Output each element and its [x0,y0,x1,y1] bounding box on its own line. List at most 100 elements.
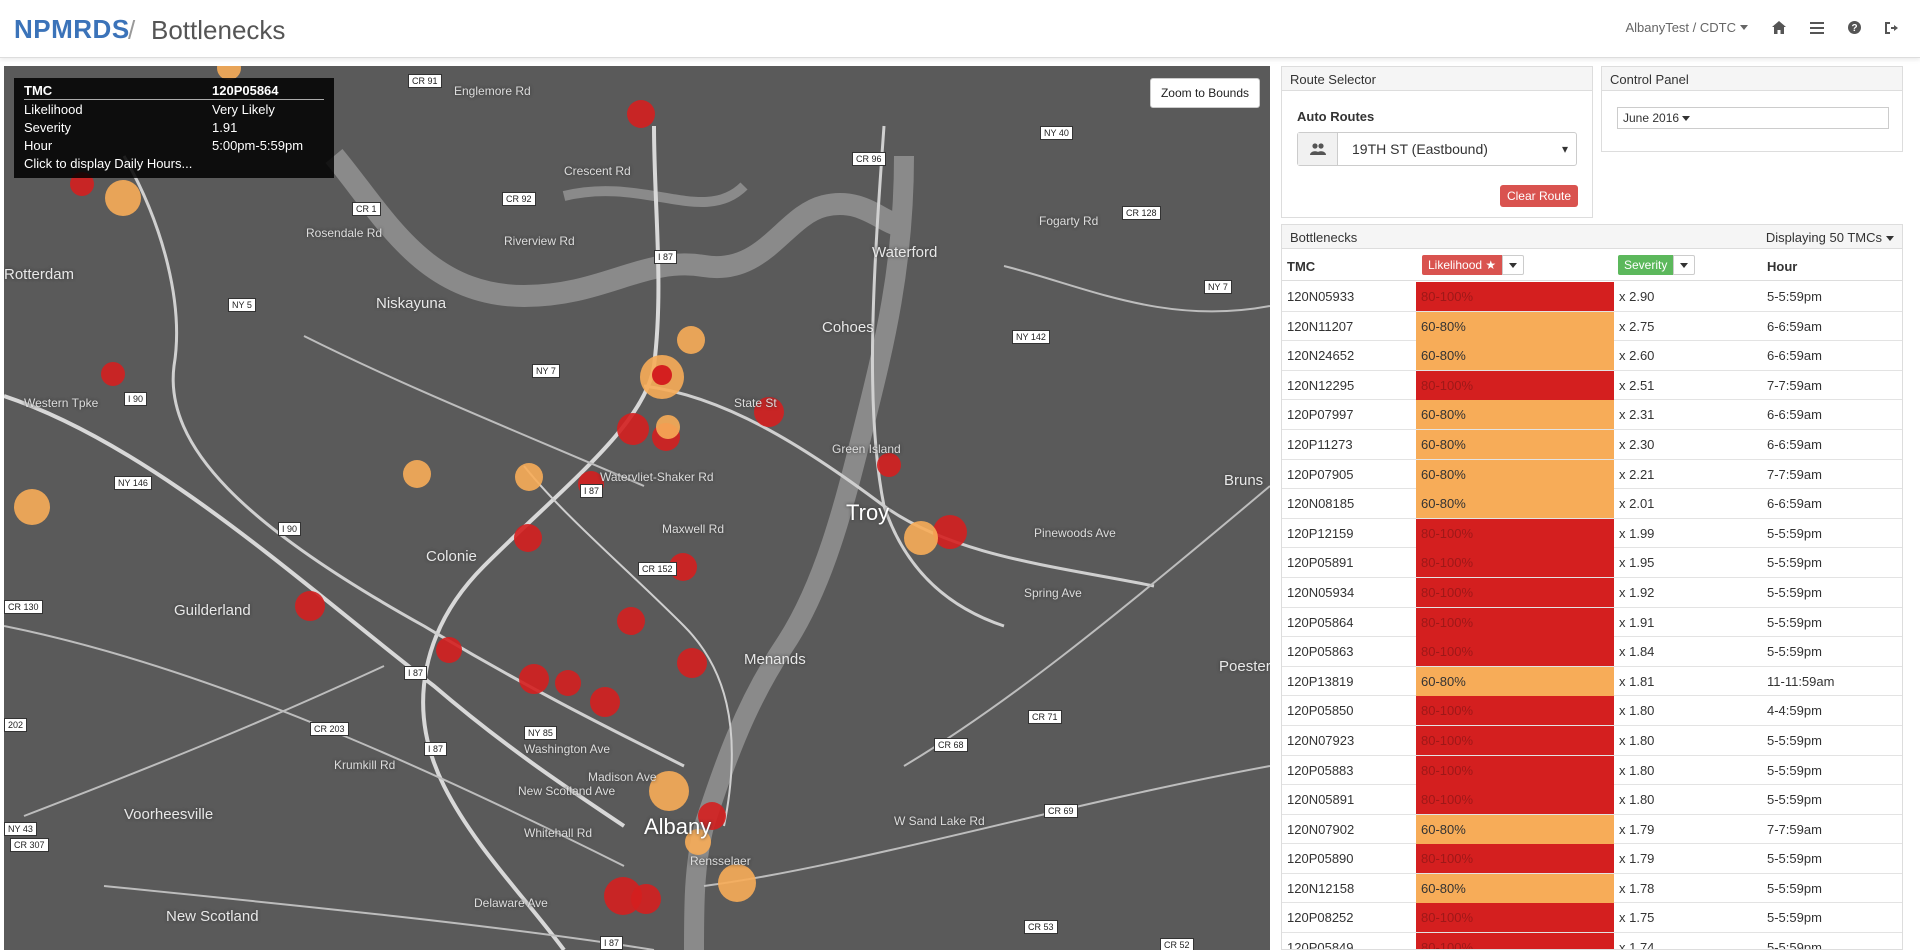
severity-dropdown-toggle[interactable] [1673,255,1696,275]
table-row[interactable]: 120N07923 80-100% x 1.80 5-5:59pm [1282,725,1902,756]
row-severity: x 2.90 [1619,289,1655,304]
row-tmc: 120N05933 [1287,289,1355,304]
street-label: Western Tpke [24,396,99,410]
road-shield: CR 307 [10,838,49,852]
row-severity: x 1.75 [1619,910,1655,926]
popup-hour-label: Hour [24,137,53,153]
table-row[interactable]: 120P05883 80-100% x 1.80 5-5:59pm [1282,755,1902,786]
likelihood-badge[interactable]: Likelihood ★ [1422,255,1503,275]
control-panel: Control Panel June 2016 [1601,66,1903,152]
table-row[interactable]: 120N05891 80-100% x 1.80 5-5:59pm [1282,785,1902,815]
table-row[interactable]: 120P13819 60-80% x 1.81 11-11:59am [1282,666,1902,697]
popup-daily-hours-link[interactable]: Click to display Daily Hours... [24,154,324,172]
road-shield: CR 68 [934,738,968,752]
road-shield: CR 91 [408,74,442,88]
table-row[interactable]: 120N07902 60-80% x 1.79 7-7:59am [1282,814,1902,845]
col-hour[interactable]: Hour [1767,259,1797,274]
menu-icon[interactable] [1798,21,1836,34]
place-label: Niskayuna [376,295,447,312]
table-row[interactable]: 120N12158 60-80% x 1.78 5-5:59pm [1282,873,1902,904]
severity-badge[interactable]: Severity [1618,255,1674,275]
road-shield: I 87 [654,250,678,264]
bottlenecks-header: Bottlenecks Displaying 50 TMCs [1282,225,1902,249]
road-shield: I 87 [404,666,428,680]
road-shield: NY 7 [532,364,560,378]
home-icon[interactable] [1760,21,1798,34]
road-shield: CR 1 [352,202,381,216]
row-hour: 7-7:59am [1767,466,1822,482]
road-shield: CR 71 [1028,710,1062,724]
table-row[interactable]: 120P05890 80-100% x 1.79 5-5:59pm [1282,844,1902,874]
help-icon[interactable]: ? [1836,21,1873,34]
user-menu-dropdown[interactable]: AlbanyTest / CDTC [1613,20,1760,35]
table-row[interactable]: 120P05891 80-100% x 1.95 5-5:59pm [1282,548,1902,578]
month-select[interactable]: June 2016 [1617,107,1889,129]
row-likelihood: 60-80% [1416,873,1614,903]
likelihood-dropdown-toggle[interactable] [1502,255,1525,275]
brand-link[interactable]: NPMRDS [14,14,130,45]
place-label: Menands [744,651,806,668]
row-severity: x 1.81 [1619,673,1655,689]
table-row[interactable]: 120N05933 80-100% x 2.90 5-5:59pm [1282,282,1902,312]
row-tmc: 120N08185 [1287,496,1355,512]
row-tmc: 120P05850 [1287,703,1354,719]
table-row[interactable]: 120P07905 60-80% x 2.21 7-7:59am [1282,459,1902,490]
row-tmc: 120N11207 [1287,318,1354,334]
street-label: Delaware Ave [474,896,548,910]
table-row[interactable]: 120P11273 60-80% x 2.30 6-6:59am [1282,429,1902,460]
row-likelihood: 80-100% [1416,755,1614,785]
col-tmc[interactable]: TMC [1287,259,1315,274]
table-row[interactable]: 120P05863 80-100% x 1.84 5-5:59pm [1282,637,1902,667]
place-label: Waterford [872,244,938,261]
display-count-dropdown[interactable]: Displaying 50 TMCs [1766,230,1894,245]
row-hour: 5-5:59pm [1767,555,1822,571]
table-row[interactable]: 120P12159 80-100% x 1.99 5-5:59pm [1282,518,1902,549]
row-hour: 5-5:59pm [1767,851,1822,867]
road-shield: CR 128 [1122,206,1161,220]
place-label: Bruns [1224,472,1264,489]
row-hour: 5-5:59pm [1767,525,1822,541]
table-row[interactable]: 120N12295 80-100% x 2.51 7-7:59am [1282,370,1902,401]
row-hour: 5-5:59pm [1767,940,1822,950]
row-likelihood: 80-100% [1416,785,1614,815]
road-shield: NY 5 [228,298,256,312]
row-tmc: 120P08252 [1287,910,1354,926]
control-panel-title: Control Panel [1602,67,1902,91]
table-row[interactable]: 120P05864 80-100% x 1.91 5-5:59pm [1282,607,1902,638]
bottlenecks-panel: Bottlenecks Displaying 50 TMCs TMC Likel… [1281,224,1903,950]
road-shield: CR 203 [310,722,349,736]
row-tmc: 120N12295 [1287,377,1355,393]
popup-hour-value: 5:00pm-5:59pm [212,137,304,153]
route-select[interactable]: 19TH ST (Eastbound) [1297,132,1577,166]
table-row[interactable]: 120N05934 80-100% x 1.92 5-5:59pm [1282,577,1902,608]
row-hour: 5-5:59pm [1767,762,1822,778]
table-row[interactable]: 120P05850 80-100% x 1.80 4-4:59pm [1282,696,1902,726]
clear-route-button[interactable]: Clear Route [1499,185,1578,207]
street-label: Watervliet-Shaker Rd [600,470,714,484]
bottleneck-map[interactable]: Rotterdam Niskayuna Colonie Guilderland … [4,66,1270,950]
table-row[interactable]: 120N08185 60-80% x 2.01 6-6:59am [1282,489,1902,519]
severity-sort[interactable]: Severity [1618,255,1696,275]
row-tmc: 120P05863 [1287,644,1354,660]
row-likelihood: 80-100% [1416,518,1614,548]
likelihood-sort[interactable]: Likelihood ★ [1422,255,1525,275]
place-label: Cohoes [822,319,874,336]
table-row[interactable]: 120N24652 60-80% x 2.60 6-6:59am [1282,341,1902,371]
bottleneck-markers[interactable] [14,66,967,915]
row-severity: x 1.80 [1619,762,1655,778]
row-tmc: 120P07905 [1287,466,1354,482]
svg-text:?: ? [1851,23,1857,34]
table-row[interactable]: 120P05849 80-100% x 1.74 5-5:59pm [1282,933,1902,950]
table-row[interactable]: 120N11207 60-80% x 2.75 6-6:59am [1282,311,1902,342]
row-tmc: 120N05934 [1287,584,1355,600]
road-shield: CR 52 [1160,938,1194,950]
table-row[interactable]: 120P08252 80-100% x 1.75 5-5:59pm [1282,903,1902,934]
row-severity: x 1.95 [1619,555,1655,571]
zoom-to-bounds-button[interactable]: Zoom to Bounds [1149,78,1260,108]
row-likelihood: 60-80% [1416,311,1614,341]
street-label: Whitehall Rd [524,826,593,840]
road-shield: NY 7 [1204,280,1232,294]
logout-icon[interactable] [1873,21,1910,34]
route-select-value[interactable]: 19TH ST (Eastbound) [1338,133,1576,165]
table-row[interactable]: 120P07997 60-80% x 2.31 6-6:59am [1282,400,1902,430]
